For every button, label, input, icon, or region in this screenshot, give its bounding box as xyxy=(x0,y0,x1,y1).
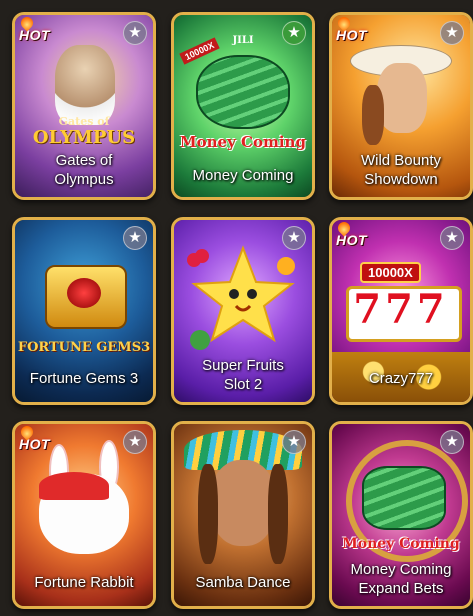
game-title: Money Coming Expand Bets xyxy=(350,561,452,597)
game-title: Samba Dance xyxy=(195,574,291,591)
game-logo: Money Coming xyxy=(180,133,306,151)
game-card-samba-dance[interactable]: ★ Samba Dance xyxy=(171,421,315,609)
multiplier-badge: 10000X xyxy=(360,262,421,283)
game-card-wild-bounty-showdown[interactable]: HOT ★ Wild Bounty Showdown xyxy=(329,12,473,200)
game-logo: FORTUNE GEMS3 xyxy=(17,340,151,355)
game-card-money-coming-expand-bets[interactable]: Money Coming ★ Money Coming Expand Bets xyxy=(329,421,473,609)
favorite-star-icon[interactable]: ★ xyxy=(123,21,147,45)
game-card-money-coming[interactable]: JILI 10000X Money Coming ★ Money Coming xyxy=(171,12,315,200)
game-title: Fortune Gems 3 xyxy=(29,370,139,387)
game-card-fortune-rabbit[interactable]: HOT ★ Fortune Rabbit xyxy=(12,421,156,609)
favorite-star-icon[interactable]: ★ xyxy=(440,226,464,250)
favorite-star-icon[interactable]: ★ xyxy=(123,430,147,454)
hot-badge: HOT xyxy=(19,27,51,43)
hot-badge: HOT xyxy=(336,232,368,248)
game-title: Fortune Rabbit xyxy=(34,574,134,591)
game-title: Money Coming xyxy=(192,167,294,184)
favorite-star-icon[interactable]: ★ xyxy=(282,430,306,454)
game-card-super-fruits-slot-2[interactable]: ★ Super Fruits Slot 2 xyxy=(171,217,315,405)
game-logo: 777 xyxy=(353,286,449,333)
hot-badge: HOT xyxy=(336,27,368,43)
favorite-star-icon[interactable]: ★ xyxy=(282,226,306,250)
game-card-fortune-gems-3[interactable]: FORTUNE GEMS3 ★ Fortune Gems 3 xyxy=(12,217,156,405)
favorite-star-icon[interactable]: ★ xyxy=(282,21,306,45)
game-grid: Gates of OLYMPUS HOT ★ Gates of Olympus … xyxy=(0,0,473,616)
favorite-star-icon[interactable]: ★ xyxy=(123,226,147,250)
game-title: Wild Bounty Showdown xyxy=(360,152,442,188)
hot-badge: HOT xyxy=(19,436,51,452)
game-card-crazy777[interactable]: 10000X 777 HOT ★ Crazy777 xyxy=(329,217,473,405)
game-title: Gates of Olympus xyxy=(54,152,114,188)
game-card-gates-of-olympus[interactable]: Gates of OLYMPUS HOT ★ Gates of Olympus xyxy=(12,12,156,200)
game-title: Super Fruits Slot 2 xyxy=(202,357,284,393)
game-title: Crazy777 xyxy=(368,370,434,387)
game-logo: Money Coming xyxy=(342,536,460,552)
favorite-star-icon[interactable]: ★ xyxy=(440,21,464,45)
favorite-star-icon[interactable]: ★ xyxy=(440,430,464,454)
